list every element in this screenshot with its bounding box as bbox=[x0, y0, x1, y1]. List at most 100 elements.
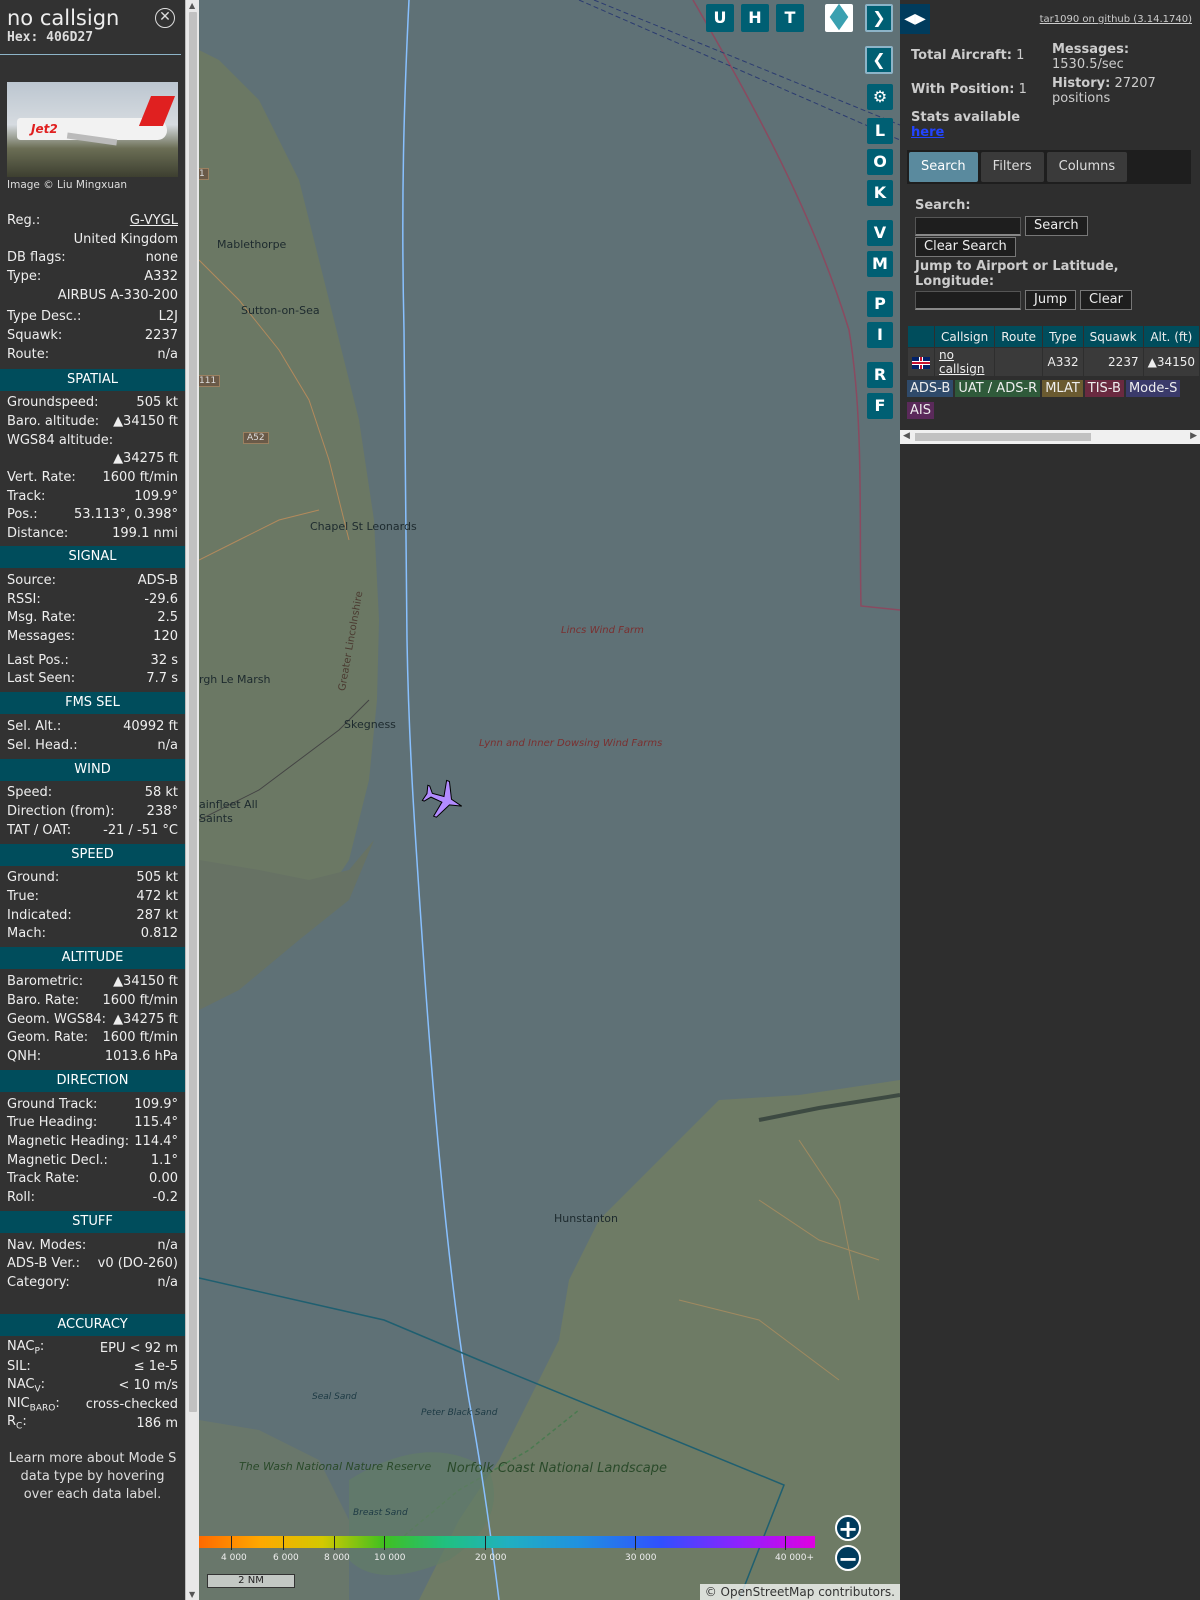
row-label[interactable]: Baro. Rate: bbox=[7, 993, 79, 1008]
button-h[interactable]: H bbox=[741, 4, 769, 32]
row-label[interactable]: Sel. Head.: bbox=[7, 738, 78, 753]
search-button[interactable]: Search bbox=[1025, 216, 1088, 236]
row-label[interactable]: Groundspeed: bbox=[7, 395, 98, 410]
column-header[interactable]: Alt. (ft) bbox=[1143, 326, 1199, 347]
toggle-sidebar-button[interactable]: ◀▶ bbox=[900, 4, 930, 34]
row-label[interactable]: Sel. Alt.: bbox=[7, 719, 61, 734]
row-label[interactable]: Geom. Rate: bbox=[7, 1030, 88, 1045]
aircraft-photo[interactable]: Jet2 bbox=[7, 82, 178, 177]
source-badge[interactable]: TIS-B bbox=[1084, 380, 1124, 397]
row-label[interactable]: Squawk: bbox=[7, 328, 62, 343]
row-label[interactable]: Pos.: bbox=[7, 507, 38, 522]
button-m[interactable]: M bbox=[867, 251, 893, 277]
row-label[interactable]: Barometric: bbox=[7, 974, 83, 989]
tab-columns[interactable]: Columns bbox=[1046, 152, 1128, 182]
row-label[interactable]: Category: bbox=[7, 1275, 70, 1290]
next-aircraft-button[interactable]: ❯ bbox=[865, 4, 893, 32]
button-v[interactable]: V bbox=[867, 220, 893, 246]
button-l[interactable]: L bbox=[867, 118, 893, 144]
column-header[interactable]: Type bbox=[1043, 326, 1083, 347]
row-label[interactable]: Roll: bbox=[7, 1190, 35, 1205]
row-value[interactable]: G-VYGL bbox=[130, 213, 178, 228]
row-label[interactable]: True: bbox=[7, 889, 39, 904]
map-view[interactable]: Mablethorpe Sutton-on-Sea Chapel St Leon… bbox=[199, 0, 900, 1600]
horizontal-scrollbar-thumb[interactable] bbox=[915, 433, 1091, 441]
row-label[interactable]: NACP: bbox=[7, 1339, 44, 1357]
row-label[interactable]: WGS84 altitude: bbox=[7, 433, 113, 448]
column-header[interactable]: Route bbox=[995, 326, 1043, 347]
column-header[interactable]: Callsign bbox=[935, 326, 995, 347]
clear-button[interactable]: Clear bbox=[1080, 290, 1132, 310]
source-badge[interactable]: UAT / ADS-R bbox=[955, 380, 1041, 397]
zoom-out-button[interactable]: − bbox=[835, 1545, 861, 1571]
row-label[interactable]: Vert. Rate: bbox=[7, 470, 76, 485]
source-badge[interactable]: AIS bbox=[907, 402, 934, 419]
scrollbar-thumb[interactable] bbox=[189, 12, 197, 1412]
layers-button[interactable] bbox=[825, 3, 853, 32]
button-f[interactable]: F bbox=[867, 393, 893, 419]
jump-input[interactable] bbox=[915, 290, 1021, 310]
close-icon[interactable]: ✕ bbox=[155, 8, 175, 28]
scroll-up-arrow-icon[interactable]: ▲ bbox=[189, 1, 195, 10]
column-header[interactable] bbox=[908, 326, 934, 347]
row-label[interactable]: Ground: bbox=[7, 870, 59, 885]
button-o[interactable]: O bbox=[867, 149, 893, 175]
github-link[interactable]: tar1090 on github (3.14.1740) bbox=[1040, 14, 1192, 25]
row-label[interactable]: DB flags: bbox=[7, 250, 66, 265]
row-label[interactable]: SIL: bbox=[7, 1359, 31, 1374]
row-label[interactable]: NACV: bbox=[7, 1377, 45, 1395]
left-panel-scrollbar[interactable]: ▲ ▼ bbox=[185, 0, 199, 1600]
aircraft-icon[interactable] bbox=[419, 776, 465, 822]
row-label[interactable]: Messages: bbox=[7, 629, 75, 644]
button-p[interactable]: P bbox=[867, 291, 893, 317]
clear-search-button[interactable]: Clear Search bbox=[915, 237, 1016, 257]
row-label[interactable]: Distance: bbox=[7, 526, 68, 541]
column-header[interactable]: Squawk bbox=[1083, 326, 1143, 347]
row-label[interactable]: Nav. Modes: bbox=[7, 1238, 86, 1253]
row-label[interactable]: Track Rate: bbox=[7, 1171, 79, 1186]
source-badge[interactable]: MLAT bbox=[1042, 380, 1083, 397]
row-label[interactable]: Direction (from): bbox=[7, 804, 115, 819]
row-label[interactable]: Mach: bbox=[7, 926, 46, 941]
table-row[interactable]: no callsign A332 2237 ▲34150 bbox=[908, 348, 1200, 376]
source-badge[interactable]: ADS-B bbox=[907, 380, 954, 397]
row-label[interactable]: Geom. WGS84: bbox=[7, 1012, 106, 1027]
row-label[interactable]: NICBARO: bbox=[7, 1396, 60, 1414]
row-label[interactable]: Reg.: bbox=[7, 213, 40, 228]
button-r[interactable]: R bbox=[867, 362, 893, 388]
tab-filters[interactable]: Filters bbox=[980, 152, 1044, 182]
jump-button[interactable]: Jump bbox=[1025, 290, 1076, 310]
table-horizontal-scrollbar[interactable]: ◀ ▶ bbox=[900, 430, 1200, 444]
row-label[interactable]: Msg. Rate: bbox=[7, 610, 76, 625]
settings-button[interactable]: ⚙ bbox=[867, 84, 893, 110]
row-label[interactable]: Last Seen: bbox=[7, 671, 75, 686]
button-t[interactable]: T bbox=[776, 4, 804, 32]
row-label[interactable]: Source: bbox=[7, 573, 56, 588]
search-input[interactable] bbox=[915, 216, 1021, 236]
prev-aircraft-button[interactable]: ❮ bbox=[865, 46, 893, 74]
row-label[interactable]: Baro. altitude: bbox=[7, 414, 99, 429]
row-label[interactable]: Type Desc.: bbox=[7, 309, 81, 324]
row-label[interactable]: True Heading: bbox=[7, 1115, 97, 1130]
row-label[interactable]: Magnetic Decl.: bbox=[7, 1153, 108, 1168]
row-label[interactable]: RC: bbox=[7, 1414, 27, 1432]
row-label[interactable]: ADS-B Ver.: bbox=[7, 1256, 80, 1271]
row-label[interactable]: Magnetic Heading: bbox=[7, 1134, 129, 1149]
scroll-down-arrow-icon[interactable]: ▼ bbox=[189, 1590, 195, 1599]
row-label[interactable]: TAT / OAT: bbox=[7, 823, 71, 838]
tab-search[interactable]: Search bbox=[909, 152, 978, 182]
row-label[interactable]: Ground Track: bbox=[7, 1097, 97, 1112]
row-label[interactable]: Speed: bbox=[7, 785, 52, 800]
row-label[interactable]: RSSI: bbox=[7, 592, 41, 607]
row-label[interactable]: Track: bbox=[7, 489, 45, 504]
stats-here-link[interactable]: here bbox=[911, 125, 1111, 140]
button-k[interactable]: K bbox=[867, 180, 893, 206]
row-label[interactable]: QNH: bbox=[7, 1049, 41, 1064]
scroll-left-arrow-icon[interactable]: ◀ bbox=[903, 431, 910, 441]
zoom-in-button[interactable]: + bbox=[835, 1515, 861, 1541]
row-callsign[interactable]: no callsign bbox=[935, 348, 995, 376]
osm-link[interactable]: OpenStreetMap bbox=[721, 1585, 815, 1599]
source-badge[interactable]: Mode-S bbox=[1125, 380, 1181, 397]
row-label[interactable]: Last Pos.: bbox=[7, 653, 69, 668]
row-label[interactable]: Type: bbox=[7, 269, 41, 284]
